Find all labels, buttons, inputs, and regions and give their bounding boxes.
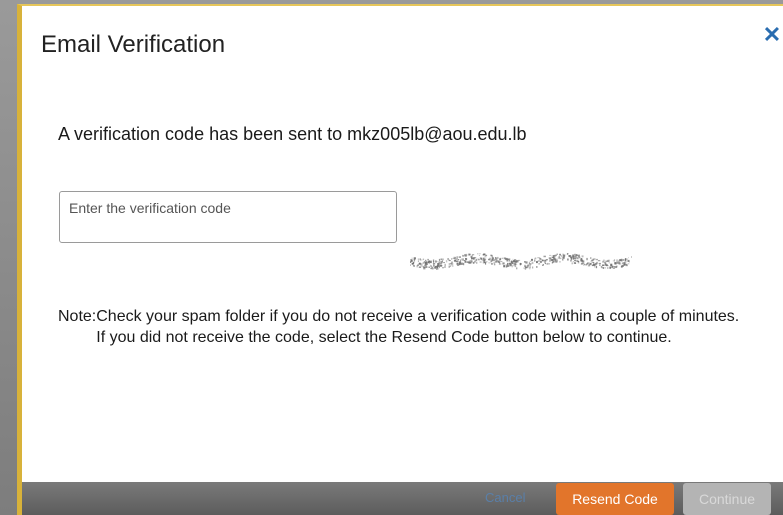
resend-code-button[interactable]: Resend Code <box>556 483 674 515</box>
note-label: Note: <box>58 308 97 325</box>
scrambled-captcha-image <box>410 253 632 270</box>
note-line-resend: If you did not receive the code, select … <box>96 329 672 346</box>
email-verification-dialog: Email Verification ✕ A verification code… <box>17 4 783 515</box>
note-line-spam: Check your spam folder if you do not rec… <box>96 308 740 325</box>
note-section: Note: Check your spam folder if you do n… <box>58 306 782 348</box>
cancel-link[interactable]: Cancel <box>485 490 525 505</box>
dialog-title: Email Verification <box>41 31 226 58</box>
note-body: Check your spam folder if you do not rec… <box>96 306 782 348</box>
verification-message: A verification code has been sent to mkz… <box>58 124 527 144</box>
dialog-footer: Cancel Resend Code Continue <box>22 482 783 515</box>
close-icon: ✕ <box>762 22 782 47</box>
continue-button[interactable]: Continue <box>683 483 771 515</box>
close-button[interactable]: ✕ <box>761 22 783 48</box>
verification-code-input[interactable] <box>59 191 397 243</box>
